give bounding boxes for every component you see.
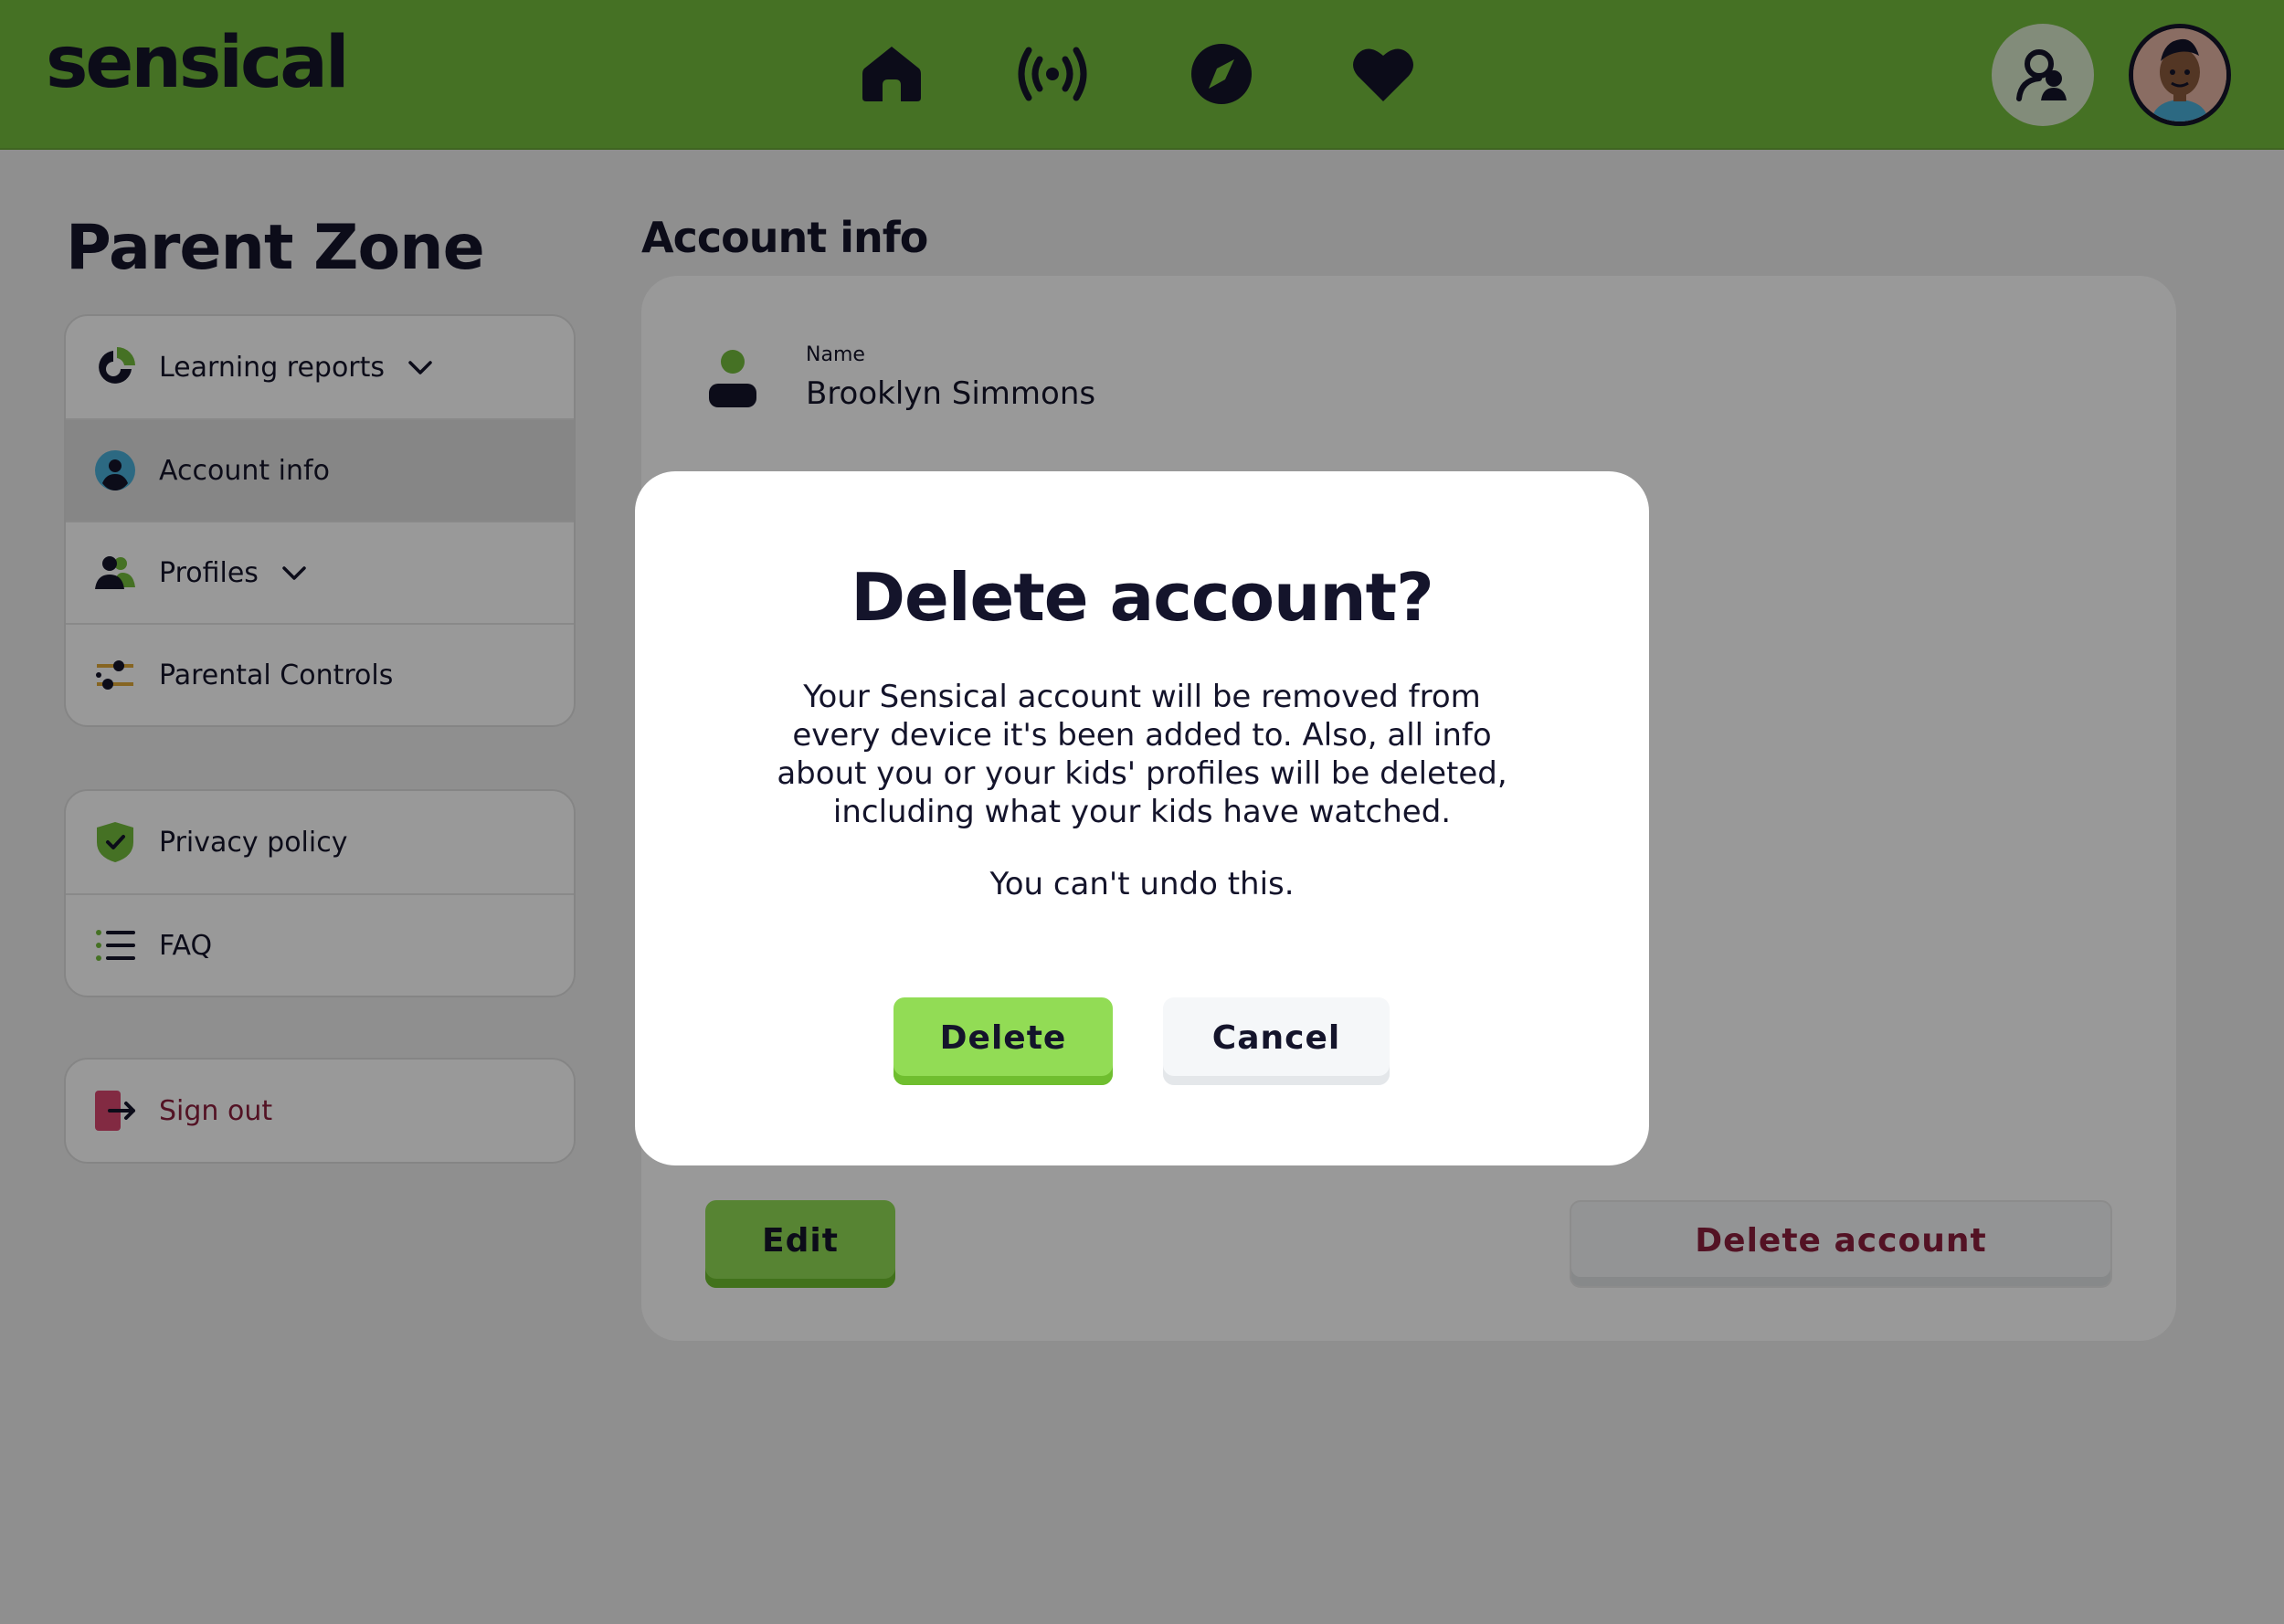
cancel-button[interactable]: Cancel (1163, 997, 1390, 1085)
confirm-delete-button[interactable]: Delete (894, 997, 1113, 1085)
delete-account-dialog: Delete account? Your Sensical account wi… (635, 471, 1649, 1165)
dialog-title: Delete account? (851, 559, 1434, 636)
dialog-message: Your Sensical account will be removed fr… (777, 679, 1507, 830)
dialog-warning: You can't undo this. (989, 866, 1295, 902)
